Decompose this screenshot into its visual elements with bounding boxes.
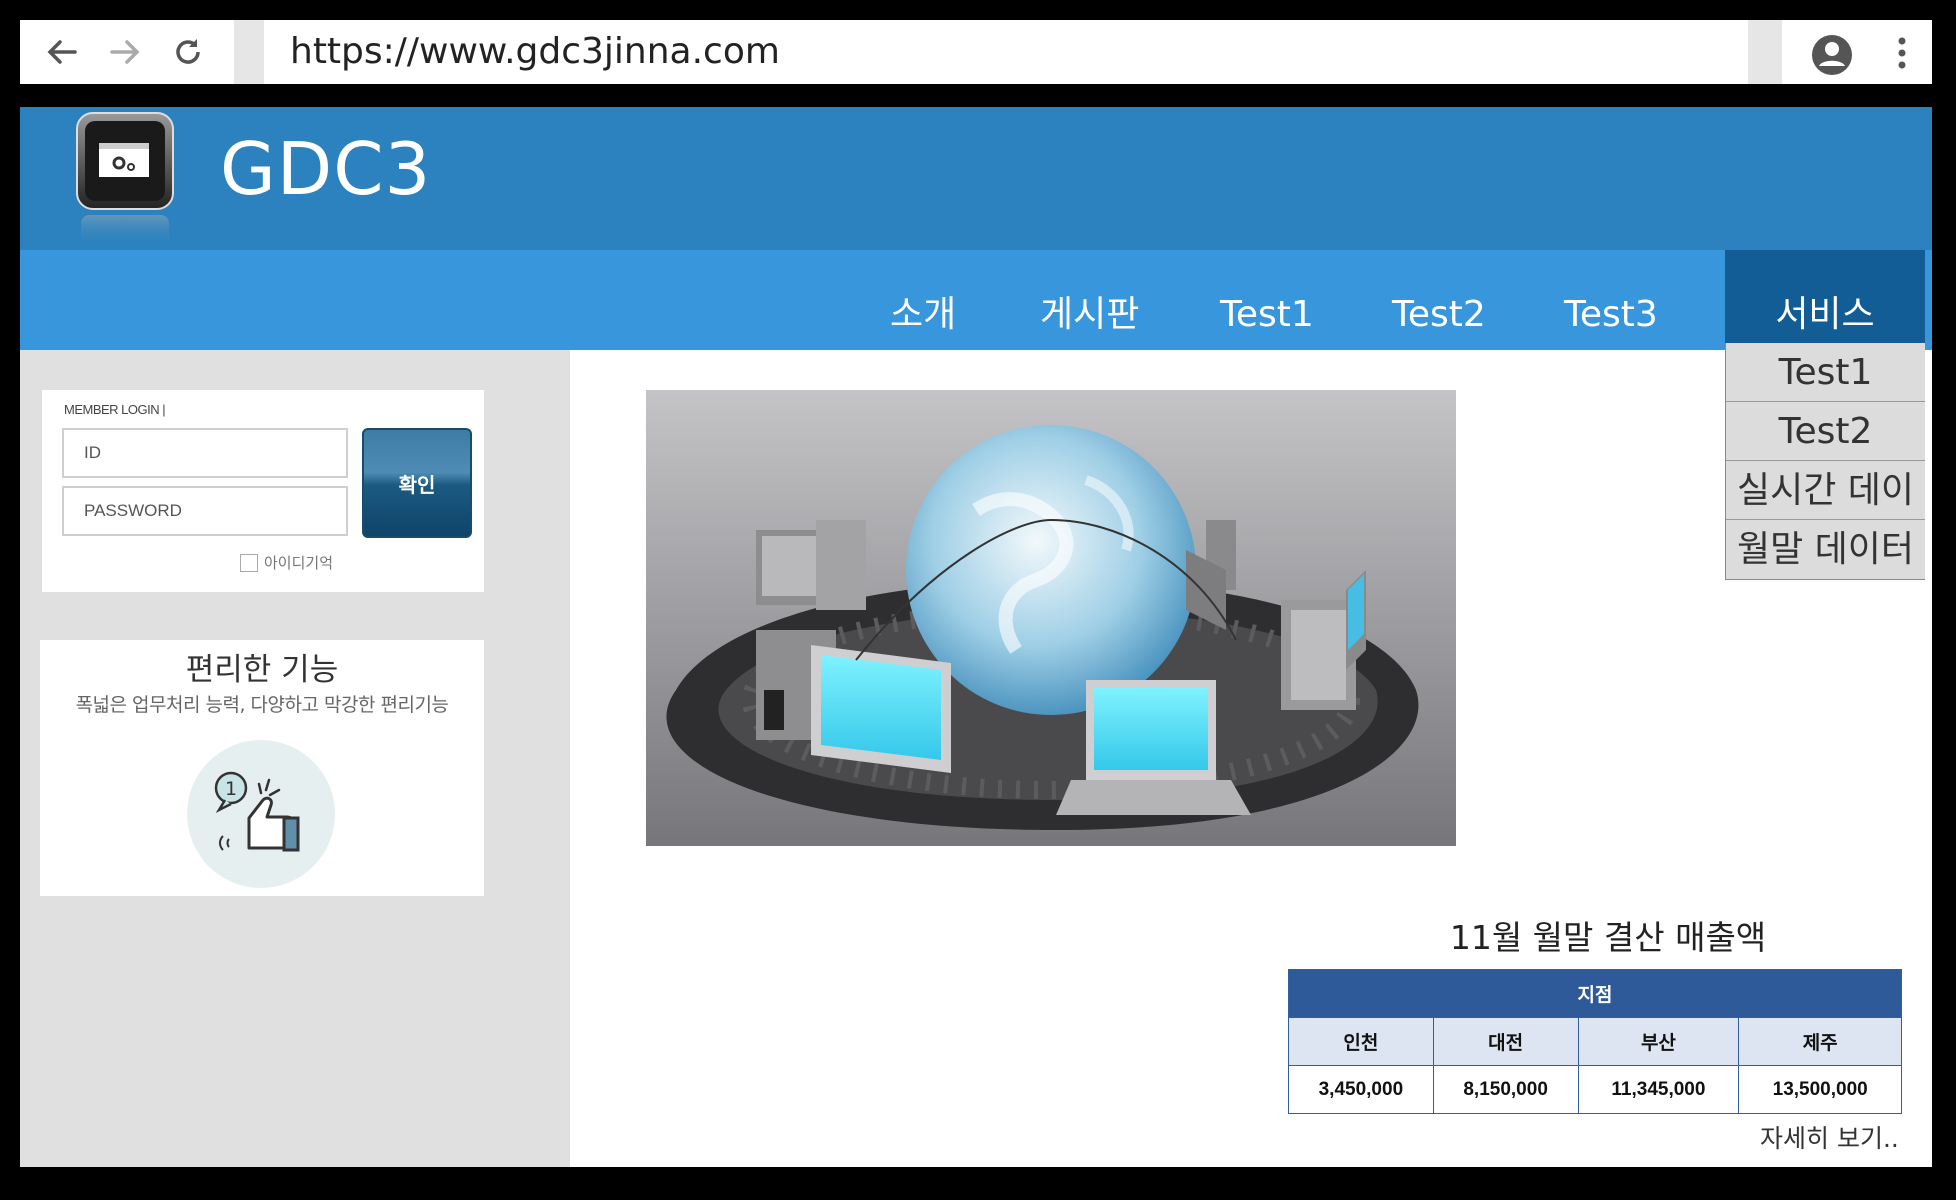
table-cell: 8,150,000 [1432, 1065, 1579, 1114]
badge-number: 1 [225, 778, 237, 800]
thumbs-up-icon: 1 [187, 740, 335, 888]
service-dropdown: Test1 Test2 실시간 데이 월말 데이터 [1725, 343, 1925, 580]
address-bar[interactable]: https://www.gdc3jinna.com [290, 28, 780, 76]
app-window-gear-icon[interactable] [75, 111, 175, 247]
table-cell: 11,345,000 [1577, 1065, 1740, 1114]
dropdown-item-test2[interactable]: Test2 [1726, 402, 1925, 461]
feature-panel[interactable]: 편리한 기능 폭넓은 업무처리 능력, 다양하고 막강한 편리기능 1 [40, 640, 484, 896]
dropdown-item-realtime-data[interactable]: 실시간 데이 [1726, 461, 1925, 520]
dropdown-item-monthly-data[interactable]: 월말 데이터 [1726, 520, 1925, 579]
remember-label: 아이디기억 [264, 554, 334, 572]
table-header-cell: 인천 [1288, 1017, 1434, 1066]
table-header-cell: 대전 [1432, 1017, 1579, 1066]
nav-item-test2[interactable]: Test2 [1392, 250, 1486, 350]
login-title: MEMBER LOGIN | [64, 402, 166, 417]
site-header: GDC3 [20, 107, 1932, 250]
sidebar: MEMBER LOGIN | ID PASSWORD 확인 아이디기억 편리한 … [20, 350, 570, 1167]
table-group-header: 지점 [1288, 969, 1902, 1018]
sales-title: 11월 월말 결산 매출액 [1449, 918, 1767, 957]
feature-title: 편리한 기능 [185, 652, 339, 688]
globe-network-computers-image [646, 390, 1456, 846]
id-input[interactable]: ID [62, 428, 348, 478]
reload-icon[interactable] [168, 32, 208, 72]
nav-item-intro[interactable]: 소개 [890, 250, 956, 350]
main-nav: 소개 게시판 Test1 Test2 Test3 서비스 [20, 250, 1932, 350]
table-header-cell: 제주 [1738, 1017, 1902, 1066]
vertical-dots-icon[interactable] [1890, 33, 1914, 73]
forward-arrow-icon[interactable] [105, 32, 145, 72]
table-cell: 3,450,000 [1288, 1065, 1434, 1114]
back-arrow-icon[interactable] [42, 32, 82, 72]
dropdown-item-test1[interactable]: Test1 [1726, 343, 1925, 402]
nav-item-service[interactable]: 서비스 [1725, 250, 1925, 350]
password-input[interactable]: PASSWORD [62, 486, 348, 536]
remember-id-option[interactable]: 아이디기억 [240, 552, 333, 573]
feature-description: 폭넓은 업무처리 능력, 다양하고 막강한 편리기능 [75, 694, 449, 716]
sales-table: 지점 인천 대전 부산 제주 3,450,000 8,150,000 11,34… [1288, 969, 1902, 1114]
view-more-link[interactable]: 자세히 보기.. [1760, 1119, 1899, 1155]
login-button[interactable]: 확인 [362, 428, 472, 538]
login-panel: MEMBER LOGIN | ID PASSWORD 확인 아이디기억 [42, 390, 484, 592]
remember-checkbox[interactable] [240, 553, 258, 572]
table-header-cell: 부산 [1577, 1017, 1740, 1066]
browser-toolbar: https://www.gdc3jinna.com [20, 20, 1932, 84]
toolbar-divider [1748, 20, 1782, 84]
nav-item-test3[interactable]: Test3 [1564, 250, 1658, 350]
web-page: GDC3 소개 게시판 Test1 Test2 Test3 서비스 Test1 … [20, 107, 1932, 1167]
nav-item-test1[interactable]: Test1 [1220, 250, 1314, 350]
account-icon[interactable] [1810, 33, 1854, 77]
table-cell: 13,500,000 [1738, 1065, 1902, 1114]
nav-item-board[interactable]: 게시판 [1040, 250, 1139, 350]
toolbar-divider [234, 20, 264, 84]
site-title[interactable]: GDC3 [220, 127, 431, 211]
